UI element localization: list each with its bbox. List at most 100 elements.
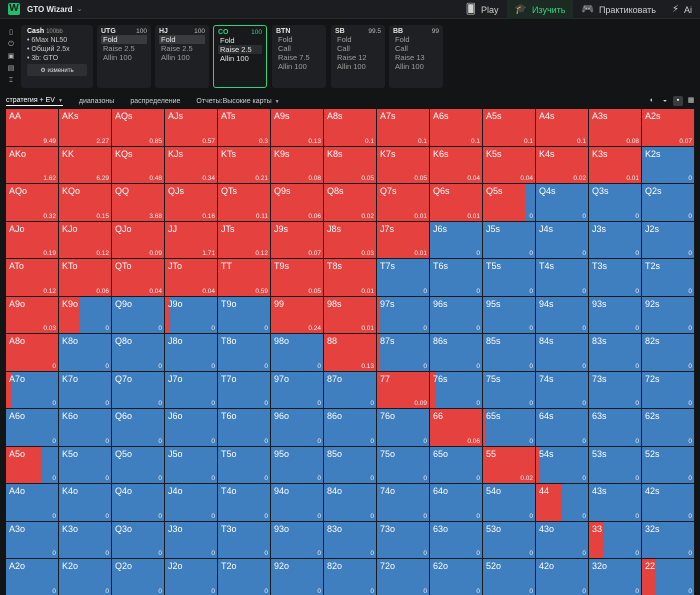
- hand-cell-98s[interactable]: 98s 0.01: [324, 296, 377, 334]
- hand-cell-97s[interactable]: 97s 0: [377, 296, 430, 334]
- card-icon[interactable]: ▯: [9, 27, 13, 39]
- action-option[interactable]: Allin 100: [335, 62, 381, 71]
- hand-cell-A5s[interactable]: A5s 0.1: [483, 109, 536, 147]
- nav-ai[interactable]: ⚡ Ai: [664, 0, 700, 19]
- hand-cell-AJs[interactable]: AJs 0.57: [165, 109, 218, 147]
- hand-cell-87o[interactable]: 87o 0: [324, 371, 377, 409]
- hand-cell-A9s[interactable]: A9s 0.13: [271, 109, 324, 147]
- grid-view-icon[interactable]: ▦: [686, 96, 696, 106]
- action-option[interactable]: Raise 13: [393, 53, 439, 62]
- hand-cell-72o[interactable]: 72o 0: [377, 559, 430, 595]
- hand-cell-92s[interactable]: 92s 0: [642, 296, 695, 334]
- hand-cell-22[interactable]: 22 0: [642, 559, 695, 595]
- action-option[interactable]: Allin 100: [101, 53, 147, 62]
- hand-cell-Q3s[interactable]: Q3s 0: [589, 184, 642, 222]
- hand-cell-83o[interactable]: 83o 0: [324, 521, 377, 559]
- hand-cell-85s[interactable]: 85s 0: [483, 334, 536, 372]
- action-option[interactable]: Fold: [101, 35, 147, 44]
- hand-cell-K5s[interactable]: K5s 0.04: [483, 146, 536, 184]
- hand-cell-95o[interactable]: 95o 0: [271, 446, 324, 484]
- hand-cell-TT[interactable]: TT 0.59: [218, 259, 271, 297]
- hand-cell-95s[interactable]: 95s 0: [483, 296, 536, 334]
- position-card-utg[interactable]: UTG 100 Fold Raise 2.5 Allin 100: [97, 25, 151, 88]
- hand-cell-Q7o[interactable]: Q7o 0: [112, 371, 165, 409]
- hand-cell-64o[interactable]: 64o 0: [430, 484, 483, 522]
- contrast-icon[interactable]: ◐: [647, 96, 657, 106]
- hand-cell-A8s[interactable]: A8s 0.1: [324, 109, 377, 147]
- hand-cell-T6s[interactable]: T6s 0: [430, 259, 483, 297]
- hand-cell-88[interactable]: 88 0.13: [324, 334, 377, 372]
- hand-cell-J6o[interactable]: J6o 0: [165, 409, 218, 447]
- hand-cell-JTo[interactable]: JTo 0.04: [165, 259, 218, 297]
- hand-cell-63s[interactable]: 63s 0: [589, 409, 642, 447]
- hand-cell-65s[interactable]: 65s 0: [483, 409, 536, 447]
- position-card-sb[interactable]: SB 99.5 Fold Call Raise 12 Allin 100: [331, 25, 385, 88]
- hand-cell-32s[interactable]: 32s 0: [642, 521, 695, 559]
- nav-изучить[interactable]: 🎓 Изучить: [506, 0, 574, 19]
- action-option[interactable]: Raise 7.5: [276, 53, 322, 62]
- hand-cell-33[interactable]: 33 0: [589, 521, 642, 559]
- hand-cell-43s[interactable]: 43s 0: [589, 484, 642, 522]
- action-option[interactable]: Fold: [218, 36, 262, 45]
- hand-cell-63o[interactable]: 63o 0: [430, 521, 483, 559]
- hand-cell-T5s[interactable]: T5s 0: [483, 259, 536, 297]
- hand-cell-86s[interactable]: 86s 0: [430, 334, 483, 372]
- hand-cell-T6o[interactable]: T6o 0: [218, 409, 271, 447]
- hand-cell-A2s[interactable]: A2s 0.07: [642, 109, 695, 147]
- tab-1[interactable]: диапазоны: [79, 98, 114, 105]
- nav-практиковать[interactable]: 🎮 Практиковать: [573, 0, 663, 19]
- hand-cell-T5o[interactable]: T5o 0: [218, 446, 271, 484]
- action-option[interactable]: Allin 100: [159, 53, 205, 62]
- hand-cell-J7s[interactable]: J7s 0.01: [377, 221, 430, 259]
- hand-cell-QQ[interactable]: QQ 3.68: [112, 184, 165, 222]
- hand-cell-AA[interactable]: AA 9.49: [6, 109, 59, 147]
- hand-cell-Q9s[interactable]: Q9s 0.06: [271, 184, 324, 222]
- tab-3[interactable]: Отчеты:Высокие карты ▼: [196, 98, 279, 105]
- hand-cell-93o[interactable]: 93o 0: [271, 521, 324, 559]
- hand-cell-93s[interactable]: 93s 0: [589, 296, 642, 334]
- hand-cell-42o[interactable]: 42o 0: [536, 559, 589, 595]
- hand-cell-A5o[interactable]: A5o 0: [6, 446, 59, 484]
- hand-cell-ATo[interactable]: ATo 0.12: [6, 259, 59, 297]
- edit-config-button[interactable]: ⚙ изменить: [27, 64, 87, 76]
- hand-cell-K6s[interactable]: K6s 0.04: [430, 146, 483, 184]
- hand-cell-52s[interactable]: 52s 0: [642, 446, 695, 484]
- hand-cell-JTs[interactable]: JTs 0.12: [218, 221, 271, 259]
- hand-cell-74s[interactable]: 74s 0: [536, 371, 589, 409]
- action-option[interactable]: Call: [335, 44, 381, 53]
- position-card-bb[interactable]: BB 99 Fold Call Raise 13 Allin 100: [389, 25, 443, 88]
- hand-cell-KTs[interactable]: KTs 0.21: [218, 146, 271, 184]
- hand-cell-94o[interactable]: 94o 0: [271, 484, 324, 522]
- hand-cell-A7o[interactable]: A7o 0: [6, 371, 59, 409]
- hand-cell-75o[interactable]: 75o 0: [377, 446, 430, 484]
- hand-cell-Q6s[interactable]: Q6s 0.01: [430, 184, 483, 222]
- hand-cell-QJs[interactable]: QJs 0.16: [165, 184, 218, 222]
- hand-cell-K9o[interactable]: K9o 0: [59, 296, 112, 334]
- hand-cell-75s[interactable]: 75s 0: [483, 371, 536, 409]
- position-card-co[interactable]: CO 100 Fold Raise 2.5 Allin 100: [213, 25, 267, 88]
- hand-cell-JJ[interactable]: JJ 1.71: [165, 221, 218, 259]
- hand-cell-J8o[interactable]: J8o 0: [165, 334, 218, 372]
- hand-cell-K2o[interactable]: K2o 0: [59, 559, 112, 595]
- hand-cell-A8o[interactable]: A8o 0: [6, 334, 59, 372]
- hand-cell-KK[interactable]: KK 6.29: [59, 146, 112, 184]
- tab-2[interactable]: распределение: [130, 98, 180, 105]
- hand-cell-A3o[interactable]: A3o 0: [6, 521, 59, 559]
- hand-cell-82s[interactable]: 82s 0: [642, 334, 695, 372]
- half-view-icon[interactable]: ◒: [660, 96, 670, 106]
- action-option[interactable]: Raise 2.5: [159, 44, 205, 53]
- hand-cell-T8o[interactable]: T8o 0: [218, 334, 271, 372]
- hand-cell-AQo[interactable]: AQo 0.32: [6, 184, 59, 222]
- hand-cell-KQo[interactable]: KQo 0.15: [59, 184, 112, 222]
- hand-cell-84s[interactable]: 84s 0: [536, 334, 589, 372]
- action-option[interactable]: Allin 100: [276, 62, 322, 71]
- hand-cell-Q5o[interactable]: Q5o 0: [112, 446, 165, 484]
- hand-cell-AQs[interactable]: AQs 0.85: [112, 109, 165, 147]
- hand-cell-43o[interactable]: 43o 0: [536, 521, 589, 559]
- hand-cell-K7s[interactable]: K7s 0.05: [377, 146, 430, 184]
- hand-cell-J3o[interactable]: J3o 0: [165, 521, 218, 559]
- hand-cell-54s[interactable]: 54s 0: [536, 446, 589, 484]
- hand-cell-76o[interactable]: 76o 0: [377, 409, 430, 447]
- hand-cell-T3o[interactable]: T3o 0: [218, 521, 271, 559]
- hand-cell-AKs[interactable]: AKs 2.27: [59, 109, 112, 147]
